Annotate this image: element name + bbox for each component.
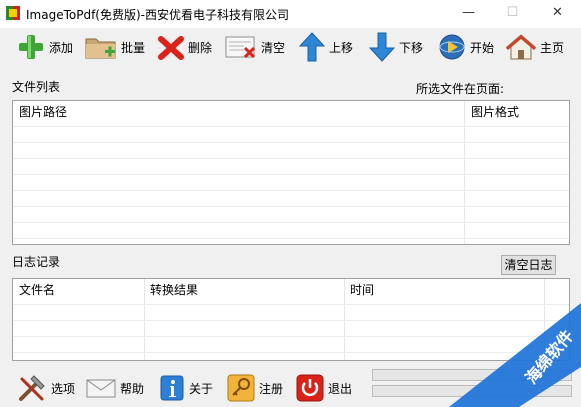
info-icon [160, 375, 184, 401]
file-list-table[interactable]: 图片路径 图片格式 [12, 100, 570, 245]
file-list-label: 文件列表 [12, 80, 61, 94]
add-button[interactable]: 添加 [16, 30, 73, 64]
column-header-file-name[interactable]: 文件名 [13, 279, 144, 301]
about-button-label: 关于 [189, 381, 214, 396]
help-button-label: 帮助 [120, 381, 145, 396]
start-globe-icon [439, 34, 465, 60]
row-line [13, 190, 569, 191]
column-header-image-path[interactable]: 图片路径 [13, 101, 465, 123]
batch-button-label: 批量 [121, 40, 146, 55]
tools-icon [19, 375, 45, 401]
exit-button-label: 退出 [328, 381, 353, 396]
column-header-convert-result[interactable]: 转换结果 [144, 279, 344, 301]
row-line [13, 238, 569, 239]
move-up-button[interactable]: 上移 [298, 30, 353, 64]
move-down-button[interactable]: 下移 [368, 30, 423, 64]
maximize-button[interactable]: ☐ [490, 0, 535, 28]
options-button-label: 选项 [51, 381, 76, 396]
row-line [13, 126, 569, 127]
arrow-down-icon [368, 32, 396, 62]
power-icon [296, 374, 324, 402]
home-button-label: 主页 [540, 40, 565, 55]
delete-x-icon [158, 36, 184, 60]
register-button[interactable]: 注册 [226, 371, 283, 405]
app-icon [6, 6, 20, 20]
delete-button[interactable]: 删除 [157, 30, 212, 64]
exit-button[interactable]: 退出 [295, 371, 352, 405]
clear-list-icon [225, 36, 256, 59]
row-line [13, 222, 569, 223]
register-button-label: 注册 [259, 381, 284, 396]
clear-button-label: 清空 [261, 40, 286, 55]
about-button[interactable]: 关于 [158, 371, 213, 405]
close-button[interactable]: ✕ [535, 0, 580, 28]
folder-add-icon [85, 38, 116, 59]
help-button[interactable]: 帮助 [85, 371, 144, 405]
key-icon [227, 374, 255, 402]
log-label: 日志记录 [12, 255, 61, 269]
move-up-button-label: 上移 [329, 40, 354, 55]
watermark-logo: 海绵软件 [421, 267, 581, 407]
toolbar: 添加 批量 删除 清空 上移 下移 开始 主页 [0, 28, 581, 66]
row-line [13, 158, 569, 159]
options-button[interactable]: 选项 [16, 371, 75, 405]
watermark-ribbon-icon: 海绵软件 [449, 303, 581, 407]
start-button-label: 开始 [470, 40, 495, 55]
arrow-up-icon [298, 32, 326, 62]
batch-button[interactable]: 批量 [84, 30, 145, 64]
title-bar: ImageToPdf(免费版)-西安优看电子科技有限公司 — ☐ ✕ [0, 0, 581, 28]
row-line [13, 206, 569, 207]
envelope-icon [86, 379, 116, 398]
column-header-image-format[interactable]: 图片格式 [465, 101, 569, 123]
row-line [13, 142, 569, 143]
start-button[interactable]: 开始 [437, 30, 494, 64]
add-button-label: 添加 [49, 40, 74, 55]
delete-button-label: 删除 [188, 40, 213, 55]
move-down-button-label: 下移 [399, 40, 424, 55]
home-icon [505, 34, 537, 60]
minimize-button[interactable]: — [446, 0, 491, 28]
plus-icon [19, 35, 43, 59]
home-button[interactable]: 主页 [505, 30, 564, 64]
clear-button[interactable]: 清空 [224, 30, 285, 64]
selected-page-label: 所选文件在页面: [416, 82, 505, 96]
window-title: ImageToPdf(免费版)-西安优看电子科技有限公司 [26, 8, 289, 22]
row-line [13, 174, 569, 175]
